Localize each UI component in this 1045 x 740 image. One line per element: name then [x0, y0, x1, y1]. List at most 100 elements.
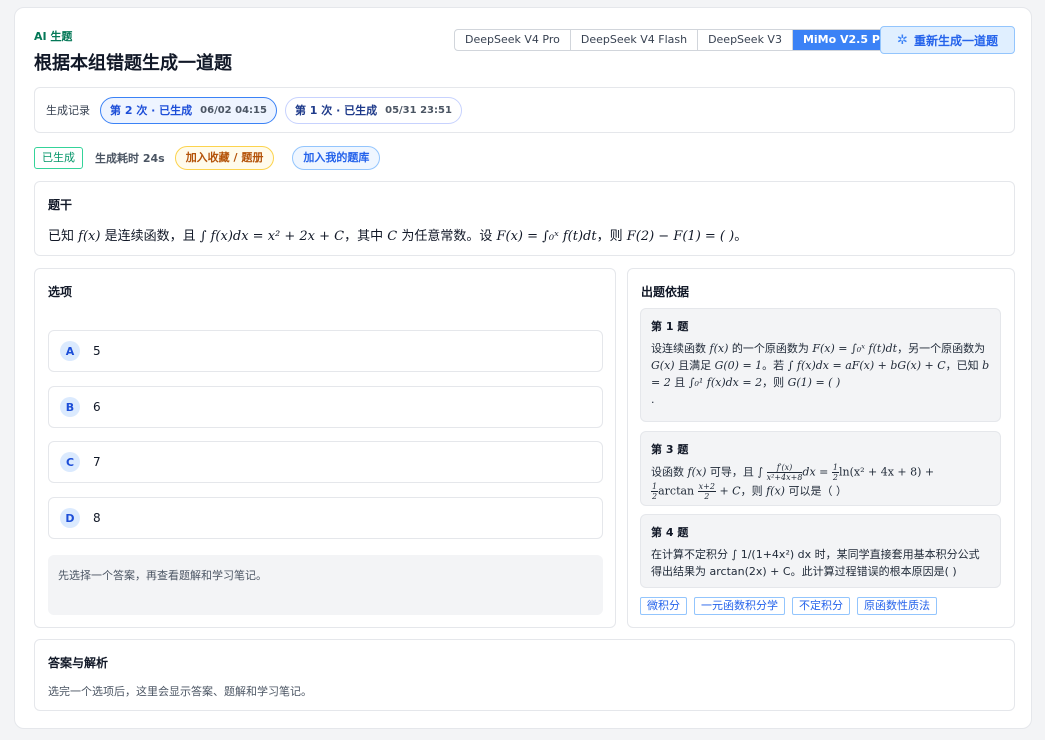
q3-text: 可导，且 ∫ [706, 465, 767, 479]
basis-question-body: 在计算不定积分 ∫ 1/(1+4x²) dx 时，某同学直接套用基本积分公式得出… [651, 548, 980, 578]
basis-question-body: 设连续函数 f(x) 的一个原函数为 F(x) = ∫₀ˣ f(t)dt，另一个… [651, 340, 990, 408]
history-label: 生成记录 [46, 104, 90, 117]
option-text: 5 [93, 344, 101, 358]
tag-chip[interactable]: 原函数性质法 [857, 597, 937, 615]
q3-fraction: x+2 2 [697, 482, 716, 501]
stem-text-part: 。 [734, 229, 748, 244]
q1-text: 设连续函数 [651, 342, 710, 355]
q3-math: + C [715, 484, 741, 498]
q1-math: G(x) [651, 359, 675, 372]
stem-text-part: 为任意常数。设 [397, 229, 497, 244]
history-item-1[interactable]: 第 1 次 · 已生成 05/31 23:51 [284, 96, 462, 124]
basis-question-title: 第 3 题 [651, 443, 689, 456]
stem-math: F(2) − F(1) = ( ) [626, 229, 735, 244]
model-deepseek-v4-flash[interactable]: DeepSeek V4 Flash [571, 30, 699, 50]
options-panel: 选项 A 5 B 6 C 7 D 8 先选择一个答案，再查看题解和学习笔记。 [34, 268, 616, 628]
option-c[interactable]: C 7 [48, 441, 603, 483]
q3-text: 设函数 [651, 465, 688, 479]
model-deepseek-v4-pro[interactable]: DeepSeek V4 Pro [455, 30, 571, 50]
fraction-denominator: 2 [832, 473, 838, 482]
q3-text: ，则 [740, 484, 767, 498]
option-b[interactable]: B 6 [48, 386, 603, 428]
stem-math: ∫ f(x)dx = x² + 2x + C [199, 229, 345, 244]
answer-title: 答案与解析 [48, 656, 109, 670]
q3-math: dx = [802, 465, 832, 479]
tag-chip[interactable]: 一元函数积分学 [694, 597, 785, 615]
basis-question-1: 第 1 题 设连续函数 f(x) 的一个原函数为 F(x) = ∫₀ˣ f(t)… [640, 308, 1001, 422]
option-text: 7 [93, 455, 101, 469]
tag-chip[interactable]: 微积分 [640, 597, 687, 615]
tag-list: 微积分 一元函数积分学 不定积分 原函数性质法 [640, 597, 937, 615]
q1-math: f(x) [709, 342, 729, 355]
answer-panel: 答案与解析 选完一个选项后，这里会显示答案、题解和学习笔记。 [34, 639, 1015, 711]
stem-math: F(x) = ∫₀ˣ f(t)dt [496, 229, 597, 244]
q1-text: 且满足 [674, 359, 715, 372]
basis-title: 出题依据 [641, 285, 690, 299]
model-deepseek-v3[interactable]: DeepSeek V3 [698, 30, 793, 50]
option-d[interactable]: D 8 [48, 497, 603, 539]
options-hint: 先选择一个答案，再查看题解和学习笔记。 [48, 555, 603, 615]
model-selector: DeepSeek V4 Pro DeepSeek V4 Flash DeepSe… [454, 29, 904, 51]
q1-math: G(0) = 1 [714, 359, 763, 372]
basis-question-title: 第 4 题 [651, 526, 689, 539]
history-item-label: 第 1 次 · 已生成 [294, 104, 378, 117]
option-letter: A [60, 341, 80, 361]
regenerate-button[interactable]: ✲ 重新生成一道题 [880, 26, 1015, 54]
stem-math: f(x) [78, 229, 101, 244]
fraction-numerator: f′(x) [766, 463, 803, 473]
options-title: 选项 [48, 285, 73, 299]
basis-panel: 出题依据 第 1 题 设连续函数 f(x) 的一个原函数为 F(x) = ∫₀ˣ… [627, 268, 1015, 628]
q1-text: ，则 [762, 376, 788, 389]
basis-question-title: 第 1 题 [651, 320, 689, 333]
ai-tag: AI 生题 [34, 30, 73, 43]
q1-text: ，已知 [945, 359, 983, 372]
add-favorite-button[interactable]: 加入收藏 / 题册 [174, 146, 275, 170]
q1-math: G(1) = ( ) [787, 376, 841, 389]
option-letter: D [60, 508, 80, 528]
stem-text-part: ，其中 [344, 229, 388, 244]
q3-math: ln(x² + 4x + 8) + [838, 465, 935, 479]
history-item-label: 第 2 次 · 已生成 [110, 104, 193, 117]
stem-text: 已知 f(x) 是连续函数，且 ∫ f(x)dx = x² + 2x + C，其… [48, 225, 1001, 244]
q3-fraction: f′(x) x²+4x+8 [766, 463, 803, 482]
q1-text: 的一个原函数为 [728, 342, 813, 355]
q1-math: ∫ f(x)dx = aF(x) + bG(x) + C [787, 359, 946, 372]
add-library-button[interactable]: 加入我的题库 [292, 146, 381, 170]
q1-text: 。若 [762, 359, 788, 372]
fraction-denominator: x²+4x+8 [766, 473, 803, 482]
q3-math: arctan [658, 484, 698, 498]
fraction-numerator: x+2 [697, 482, 716, 492]
generation-duration: 生成耗时 24s [95, 152, 165, 165]
stem-title: 题干 [48, 198, 73, 212]
q1-text: . [651, 393, 655, 406]
question-stem: 题干 已知 f(x) 是连续函数，且 ∫ f(x)dx = x² + 2x + … [34, 181, 1015, 256]
tag-chip[interactable]: 不定积分 [792, 597, 850, 615]
fraction-numerator: 1 [831, 463, 839, 473]
q3-fraction: 12 [831, 463, 839, 482]
stem-text-part: ，则 [596, 229, 627, 244]
status-badge: 已生成 [34, 147, 83, 169]
basis-question-body: 设函数 f(x) 可导，且 ∫ f′(x) x²+4x+8 dx = 1 2 ln(x²… [651, 463, 990, 501]
answer-placeholder: 选完一个选项后，这里会显示答案、题解和学习笔记。 [48, 685, 312, 698]
option-text: 6 [93, 400, 101, 414]
sparkle-icon: ✲ [897, 32, 908, 48]
status-row: 已生成 生成耗时 24s 加入收藏 / 题册 加入我的题库 [34, 146, 381, 170]
option-text: 8 [93, 511, 101, 525]
q1-math: ∫₀¹ f(x)dx = 2 [688, 376, 763, 389]
option-a[interactable]: A 5 [48, 330, 603, 372]
history-item-time: 06/02 04:15 [200, 104, 267, 116]
stem-text-part: 是连续函数，且 [100, 229, 200, 244]
q1-text: 且 [670, 376, 689, 389]
fraction-denominator: 2 [704, 492, 710, 501]
basis-question-3: 第 3 题 设函数 f(x) 可导，且 ∫ f′(x) x²+4x+8 dx = 1… [640, 431, 1001, 506]
option-letter: B [60, 397, 80, 417]
q1-math: F(x) = ∫₀ˣ f(t)dt [812, 342, 898, 355]
history-item-2[interactable]: 第 2 次 · 已生成 06/02 04:15 [100, 96, 277, 124]
q1-text: ，另一个原函数为 [897, 342, 986, 355]
q3-math: f(x) [766, 484, 785, 498]
option-letter: C [60, 452, 80, 472]
basis-question-4: 第 4 题 在计算不定积分 ∫ 1/(1+4x²) dx 时，某同学直接套用基本… [640, 514, 1001, 588]
q3-math: f(x) [687, 465, 707, 479]
page-title: 根据本组错题生成一道题 [34, 53, 232, 74]
regenerate-label: 重新生成一道题 [913, 33, 998, 48]
